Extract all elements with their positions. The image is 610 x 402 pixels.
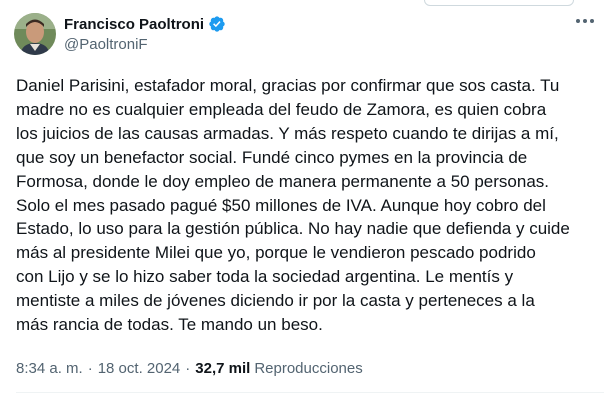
- meta-separator: ·: [87, 360, 93, 377]
- author-display-name[interactable]: Francisco Paoltroni: [64, 16, 204, 33]
- tweet-text: Daniel Parisini, estafador moral, gracia…: [16, 76, 570, 335]
- avatar-image: [14, 13, 56, 55]
- top-button-edge: [424, 0, 574, 6]
- author-name-row[interactable]: Francisco Paoltroni: [64, 15, 226, 33]
- tweet-time[interactable]: 8:34 a. m.: [16, 360, 83, 377]
- views-label: Reproducciones: [254, 360, 363, 377]
- tweet-date[interactable]: 18 oct. 2024: [98, 360, 181, 377]
- divider: [16, 392, 604, 393]
- tweet-metadata: 8:34 a. m. · 18 oct. 2024 · 32,7 mil Rep…: [16, 360, 363, 377]
- more-options-icon[interactable]: [576, 19, 594, 23]
- views-count: 32,7 mil: [195, 360, 251, 377]
- meta-separator: ·: [185, 360, 191, 377]
- avatar[interactable]: [14, 13, 56, 55]
- author-handle[interactable]: @PaoltroniF: [64, 36, 148, 53]
- verified-badge-icon: [209, 16, 225, 32]
